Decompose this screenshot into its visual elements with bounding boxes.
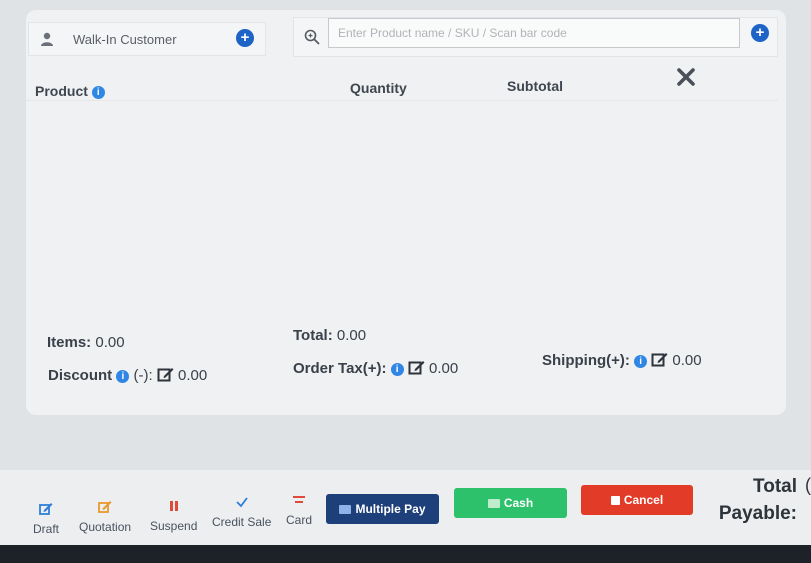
quotation-button[interactable]: Quotation xyxy=(79,499,131,534)
items-label: Items: xyxy=(47,334,92,351)
column-header-subtotal: Subtotal xyxy=(507,78,563,94)
order-tax-value: 0.00 xyxy=(429,360,459,377)
discount-sign: (-): xyxy=(133,367,153,384)
customer-select[interactable]: Walk-In Customer ▼ xyxy=(28,22,266,56)
suspend-button[interactable]: Suspend xyxy=(150,498,197,533)
total-payable-paren: ( xyxy=(805,475,811,495)
total-payable-line2: Payable: xyxy=(718,503,797,524)
info-icon[interactable]: i xyxy=(390,363,404,376)
order-tax-label: Order Tax(+): xyxy=(293,360,387,377)
items-value: 0.00 xyxy=(95,334,125,351)
customer-name: Walk-In Customer xyxy=(73,32,177,47)
total-payable-label: Total Payable: xyxy=(715,473,797,527)
edit-icon xyxy=(39,503,53,515)
total-label: Total: xyxy=(293,327,333,344)
draft-label: Draft xyxy=(33,522,60,536)
pause-icon xyxy=(169,501,178,511)
cancel-button[interactable]: Cancel xyxy=(581,485,693,515)
total-payable-line1: Total xyxy=(753,476,797,497)
order-tax-row: Order Tax(+): i 0.00 xyxy=(293,359,458,377)
discount-label: Discount xyxy=(48,367,113,384)
quotation-label: Quotation xyxy=(79,520,132,534)
shipping-row: Shipping(+): i 0.00 xyxy=(542,351,702,369)
edit-icon[interactable] xyxy=(157,366,174,383)
multiple-pay-label: Multiple Pay xyxy=(355,502,426,516)
product-search-bar xyxy=(293,17,778,57)
credit-card-icon xyxy=(293,496,305,503)
product-search-input[interactable] xyxy=(328,18,740,48)
draft-button[interactable]: Draft xyxy=(33,501,59,536)
discount-row: Discount i (-): 0.00 xyxy=(48,366,207,384)
edit-icon[interactable] xyxy=(651,351,668,368)
cash-button[interactable]: Cash xyxy=(454,488,567,518)
cancel-label: Cancel xyxy=(623,493,664,507)
check-icon xyxy=(236,497,248,508)
card-button[interactable]: Card xyxy=(286,492,312,527)
os-taskbar xyxy=(0,545,811,563)
total-amount: Total: 0.00 xyxy=(293,327,366,344)
close-icon xyxy=(610,496,620,505)
items-count: Items: 0.00 xyxy=(47,334,125,351)
person-icon xyxy=(41,32,53,46)
shipping-value: 0.00 xyxy=(672,352,702,369)
total-value: 0.00 xyxy=(336,327,367,344)
plus-circle-icon: + xyxy=(755,24,765,41)
add-product-button[interactable]: + xyxy=(751,24,769,42)
edit-icon xyxy=(98,501,112,513)
credit-sale-button[interactable]: Credit Sale xyxy=(212,494,271,529)
suspend-label: Suspend xyxy=(150,519,198,533)
multiple-pay-button[interactable]: Multiple Pay xyxy=(326,494,439,524)
column-header-product: Product i xyxy=(35,83,105,99)
column-header-quantity: Quantity xyxy=(350,80,407,96)
card-label: Card xyxy=(286,513,313,527)
add-customer-button[interactable]: + xyxy=(236,29,254,47)
header-divider xyxy=(26,100,778,101)
close-icon[interactable] xyxy=(675,66,697,88)
discount-value: 0.00 xyxy=(178,367,208,384)
column-header-product-label: Product xyxy=(35,83,88,99)
info-icon[interactable]: i xyxy=(91,86,105,99)
info-icon[interactable]: i xyxy=(634,355,648,368)
info-icon[interactable]: i xyxy=(116,370,130,383)
edit-icon[interactable] xyxy=(408,359,425,376)
money-icon xyxy=(339,505,352,514)
shipping-label: Shipping(+): xyxy=(542,352,630,369)
search-icon xyxy=(304,29,320,45)
money-icon xyxy=(487,499,500,508)
cash-label: Cash xyxy=(503,496,534,510)
credit-sale-label: Credit Sale xyxy=(212,515,272,529)
plus-circle-icon: + xyxy=(240,29,250,46)
